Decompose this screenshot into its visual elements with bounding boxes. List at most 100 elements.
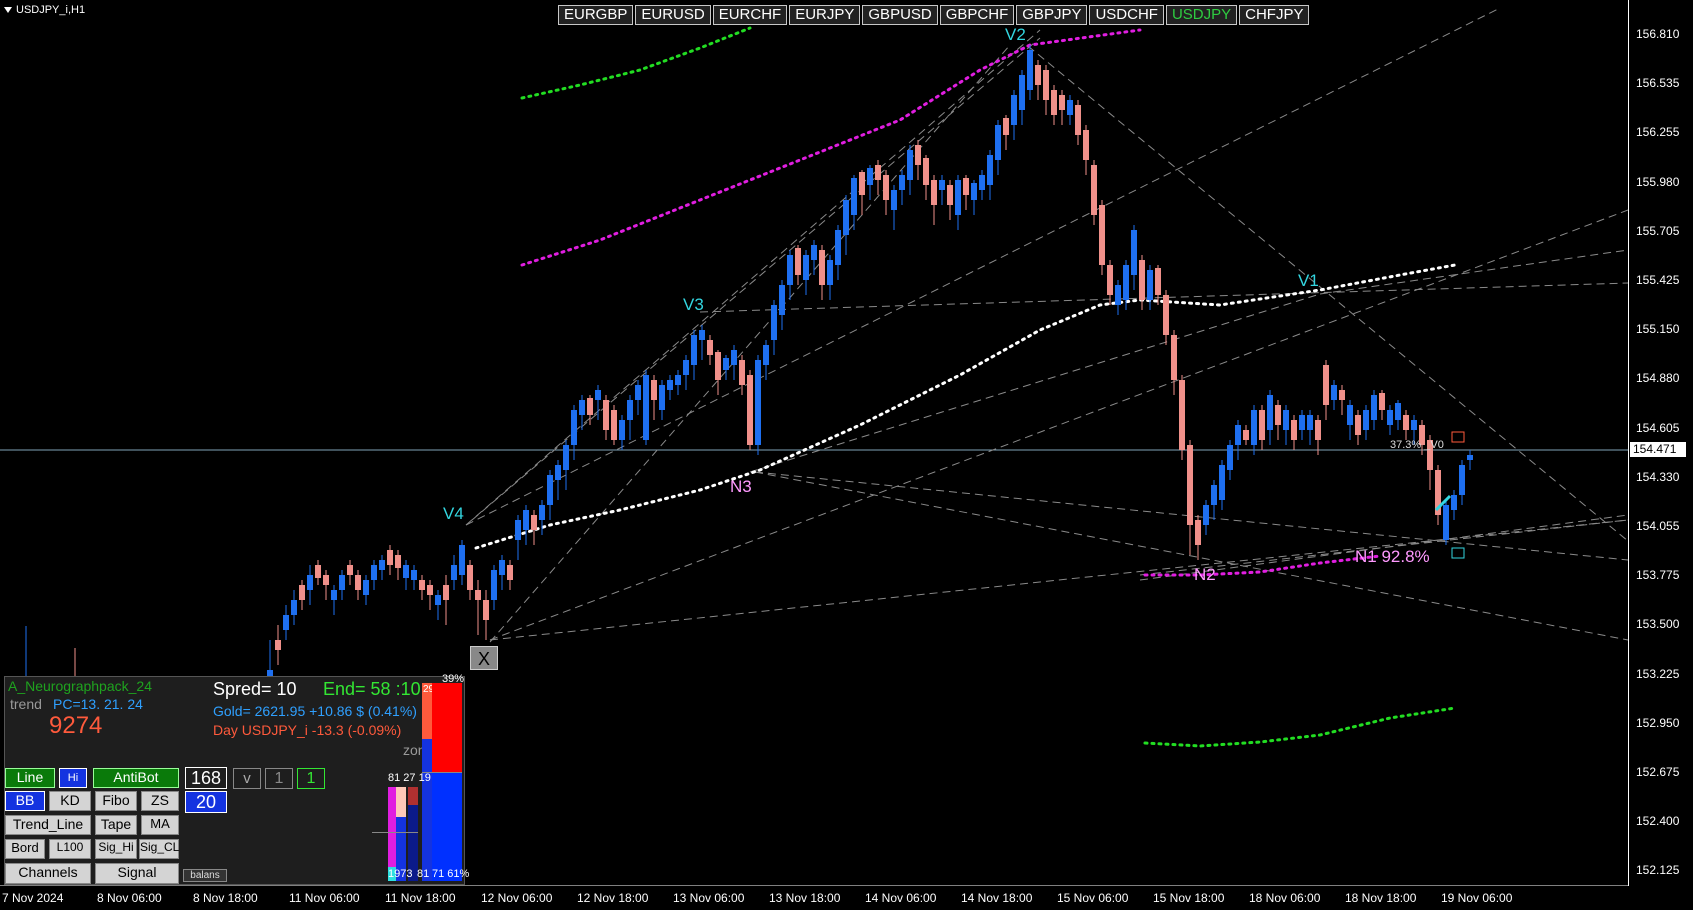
bull-candle xyxy=(379,560,385,570)
bull-candle xyxy=(1027,50,1033,90)
bear-candle xyxy=(347,565,353,575)
price-tick-label: 153.775 xyxy=(1636,568,1680,583)
tape-button[interactable]: Tape xyxy=(95,815,137,835)
bear-candle xyxy=(795,248,801,275)
bear-candle xyxy=(1075,105,1081,135)
green-dotted-upper-curve xyxy=(520,26,752,100)
time-tick-label: 15 Nov 18:00 xyxy=(1153,891,1225,905)
bull-candle xyxy=(1283,410,1289,430)
bear-candle xyxy=(1187,445,1193,525)
trend-line xyxy=(489,44,1011,643)
price-tick-label: 156.810 xyxy=(1636,27,1680,41)
bull-candle xyxy=(1019,75,1025,110)
bear-candle xyxy=(915,145,921,165)
symbol-button-eurusd[interactable]: EURUSD xyxy=(635,5,711,25)
bull-candle xyxy=(723,358,729,370)
trend-line xyxy=(749,293,1321,473)
bull-candle xyxy=(787,255,793,285)
symbol-button-gbpchf[interactable]: GBPCHF xyxy=(939,5,1015,25)
symbol-button-usdchf[interactable]: USDCHF xyxy=(1089,5,1164,25)
menu-triangle-icon[interactable] xyxy=(4,7,12,14)
bear-candle xyxy=(1243,430,1249,440)
bb-button[interactable]: BB xyxy=(5,791,45,811)
bull-candle xyxy=(459,545,465,575)
wave-label-v3: V3 xyxy=(683,295,704,314)
bear-candle xyxy=(611,410,617,440)
symbol-button-eurchf[interactable]: EURCHF xyxy=(712,5,788,25)
bull-candle xyxy=(659,385,665,410)
ma-button[interactable]: MA xyxy=(141,815,179,835)
symbol-button-eurjpy[interactable]: EURJPY xyxy=(789,5,861,25)
bear-candle xyxy=(1139,260,1145,300)
hi-button[interactable]: Hi xyxy=(59,768,87,788)
balans-button[interactable]: balans xyxy=(183,869,227,882)
period-value[interactable]: 168 xyxy=(185,767,227,789)
trend-line xyxy=(489,519,1628,641)
kd-button[interactable]: KD xyxy=(49,791,91,811)
bear-candle xyxy=(1091,165,1097,215)
wave-label-n2: N2 xyxy=(1194,565,1216,584)
twenty-value[interactable]: 20 xyxy=(185,791,227,813)
line-button[interactable]: Line xyxy=(5,768,55,788)
bull-candle xyxy=(867,168,873,185)
bull-candle xyxy=(339,575,345,590)
symbol-button-usdjpy[interactable]: USDJPY xyxy=(1165,5,1238,25)
time-tick-label: 13 Nov 06:00 xyxy=(673,891,745,905)
bull-candle xyxy=(1219,465,1225,500)
v-toggle[interactable]: v xyxy=(233,768,261,789)
bull-candle xyxy=(907,150,913,180)
bull-candle xyxy=(563,445,569,470)
sig-cl-button[interactable]: Sig_CL xyxy=(139,839,179,859)
bull-candle xyxy=(1147,270,1153,300)
time-tick-label: 11 Nov 06:00 xyxy=(289,891,360,905)
bear-candle xyxy=(1291,420,1297,440)
gold-quote: Gold= 2621.95 +10.86 $ (0.41%) xyxy=(213,703,417,719)
bear-candle xyxy=(603,400,609,430)
bull-candle xyxy=(571,410,577,445)
level-one-b[interactable]: 1 xyxy=(297,768,325,789)
sig-hi-button[interactable]: Sig_Hi xyxy=(95,839,137,859)
symbol-button-gbpusd[interactable]: GBPUSD xyxy=(862,5,938,25)
time-tick-label: 14 Nov 18:00 xyxy=(961,891,1033,905)
bear-candle xyxy=(963,178,969,195)
l100-button[interactable]: L100 xyxy=(49,839,91,859)
bear-candle xyxy=(467,565,473,590)
channels-button[interactable]: Channels xyxy=(5,863,91,884)
bull-candle xyxy=(979,175,985,190)
price-tick-label: 152.125 xyxy=(1636,863,1680,878)
bear-candle xyxy=(715,352,721,380)
trend-line xyxy=(465,29,1041,526)
symbol-button-gbpjpy[interactable]: GBPJPY xyxy=(1016,5,1088,25)
spread-value: Spred= 10 xyxy=(213,679,297,699)
bull-candle xyxy=(1131,230,1137,275)
magenta-dotted-lower-curve xyxy=(1143,554,1382,577)
bull-candle xyxy=(491,570,497,600)
symbol-button-eurgbp[interactable]: EURGBP xyxy=(558,5,634,25)
bull-candle xyxy=(1363,410,1369,430)
symbol-button-chfjpy[interactable]: CHFJPY xyxy=(1239,5,1310,25)
bull-candle xyxy=(1227,445,1233,470)
bull-candle xyxy=(523,510,529,530)
trend-line-button[interactable]: Trend_Line xyxy=(5,815,91,835)
bull-candle xyxy=(643,375,649,440)
bord-button[interactable]: Bord xyxy=(5,839,45,859)
level-one-a[interactable]: 1 xyxy=(265,768,293,789)
bull-candle xyxy=(1123,265,1129,300)
panel-close-button[interactable]: X xyxy=(470,646,498,670)
sell-marker-icon xyxy=(1451,431,1465,443)
zs-button[interactable]: ZS xyxy=(141,791,179,811)
bull-candle xyxy=(675,375,681,385)
price-tick-label: 156.535 xyxy=(1636,76,1680,91)
fibo-button[interactable]: Fibo xyxy=(95,791,137,811)
antibot-button[interactable]: AntiBot xyxy=(93,768,179,788)
bull-candle xyxy=(371,565,377,580)
signal-button[interactable]: Signal xyxy=(95,863,179,884)
mini-bar-3-top xyxy=(408,787,418,805)
bull-candle xyxy=(1395,403,1401,420)
mini-bar-labels: 81 27 19 xyxy=(388,772,431,784)
strength-top-percent: 39% xyxy=(442,673,465,685)
time-tick-label: 18 Nov 18:00 xyxy=(1345,891,1417,905)
bull-candle xyxy=(451,565,457,580)
bull-candle xyxy=(955,180,961,215)
bear-candle xyxy=(1163,295,1169,335)
